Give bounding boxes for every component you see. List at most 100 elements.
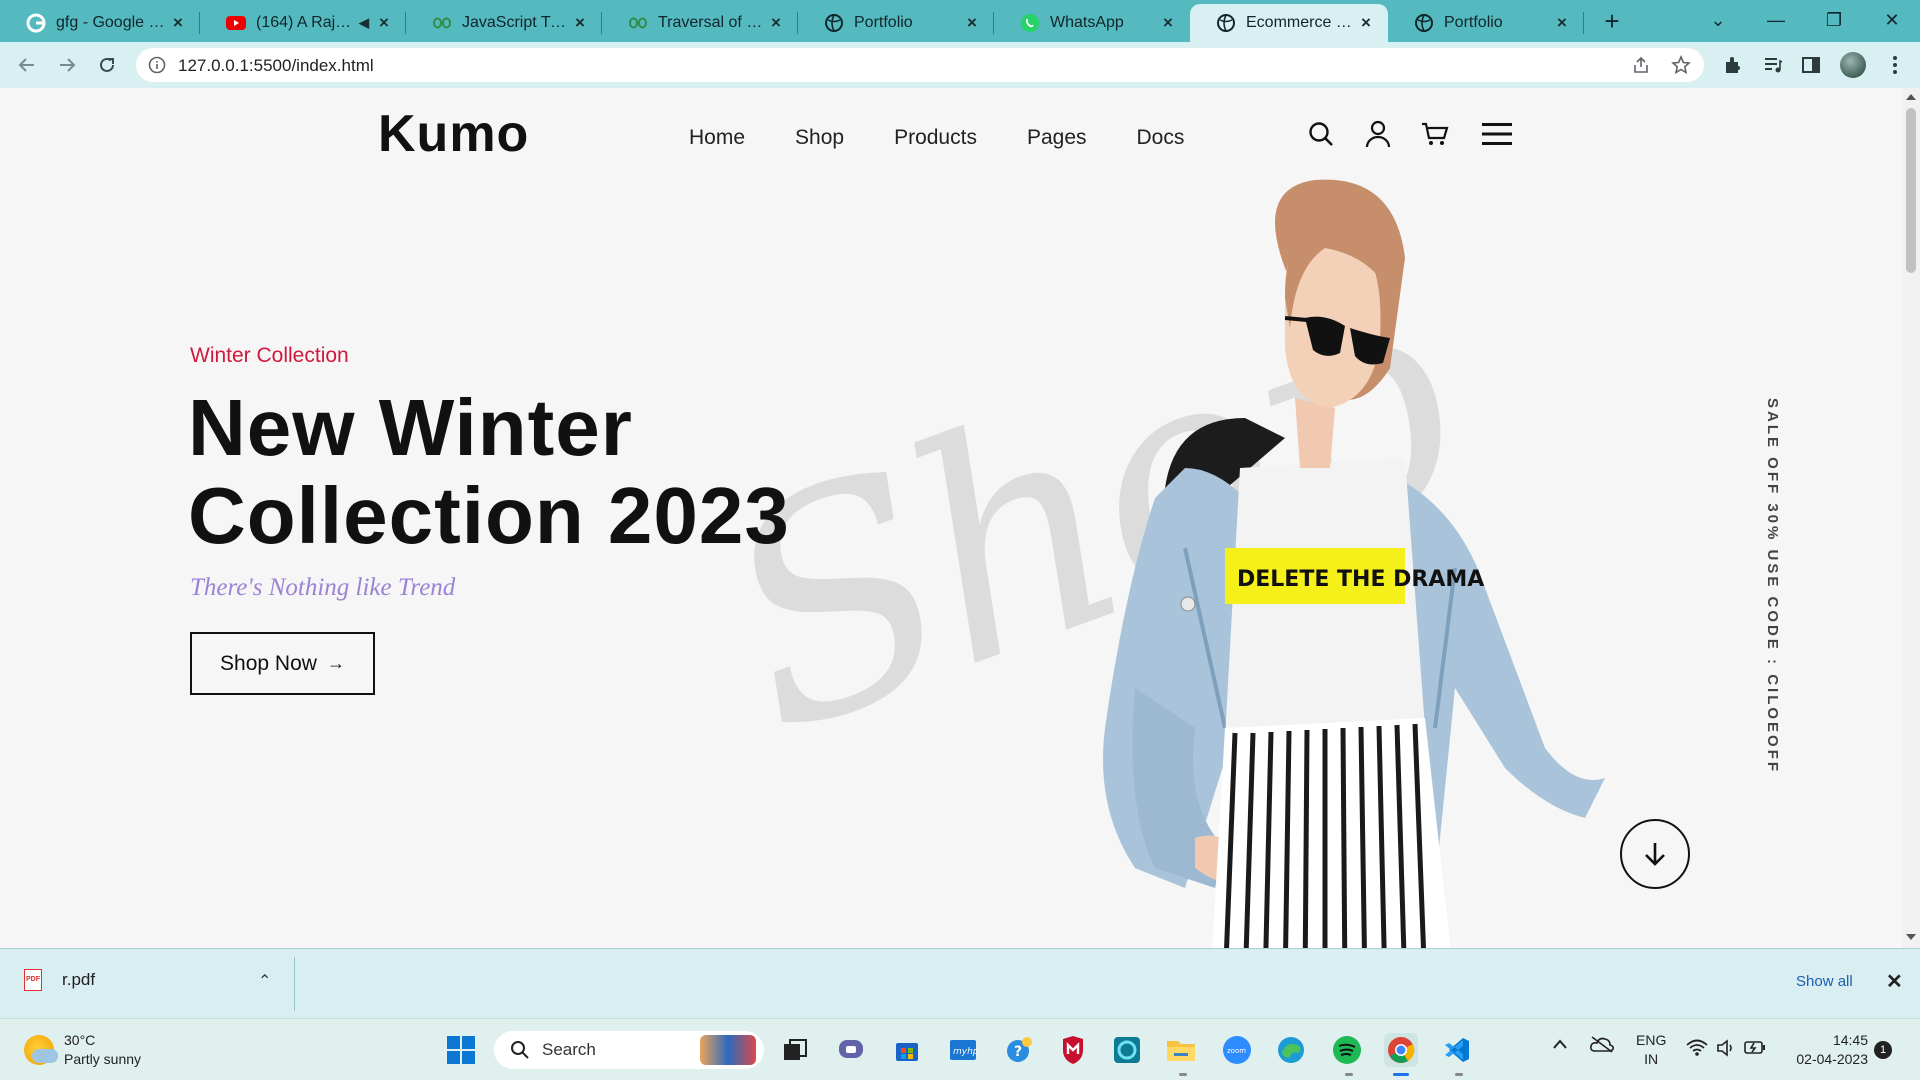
close-icon[interactable]: × (1552, 13, 1572, 33)
hero-model-image: DELETE THE DRAMA (1103, 179, 1605, 948)
more-menu-icon[interactable] (1882, 52, 1908, 78)
share-icon[interactable] (1630, 54, 1652, 76)
side-panel-icon[interactable] (1798, 52, 1824, 78)
cart-icon[interactable] (1419, 118, 1451, 150)
tab-traversal-circular[interactable]: Traversal of Circular × (602, 4, 798, 42)
nav-home[interactable]: Home (689, 126, 745, 150)
notification-badge[interactable]: 1 (1874, 1041, 1892, 1059)
tab-title: gfg - Google Search (56, 14, 168, 31)
clock-time: 14:45 (1832, 1032, 1868, 1048)
hamburger-menu-icon[interactable] (1481, 118, 1513, 150)
myhp-icon[interactable]: myhp (946, 1033, 980, 1067)
user-icon[interactable] (1362, 118, 1394, 150)
weather-desc: Partly sunny (64, 1051, 142, 1067)
scroll-down-button[interactable] (1620, 819, 1690, 889)
page-scrollbar[interactable] (1902, 88, 1920, 948)
spotify-icon[interactable] (1330, 1033, 1364, 1067)
minimize-button[interactable]: — (1748, 0, 1804, 40)
nav-pages[interactable]: Pages (1027, 126, 1087, 150)
weather-widget[interactable]: 30°C Partly sunny (24, 1031, 141, 1069)
reload-button[interactable] (92, 50, 122, 80)
taskbar-clock[interactable]: 14:45 02-04-2023 (1784, 1031, 1868, 1069)
nav-docs[interactable]: Docs (1137, 126, 1185, 150)
get-help-icon[interactable]: ? (1002, 1033, 1036, 1067)
shop-now-button[interactable]: Shop Now → (190, 632, 375, 695)
speaker-muted-icon[interactable]: ◀ (354, 13, 374, 33)
hero-headline: New Winter Collection 2023 (188, 384, 790, 560)
partly-sunny-icon (24, 1035, 58, 1065)
task-view-icon[interactable] (778, 1033, 812, 1067)
logo-text: Kumo (378, 105, 530, 163)
show-all-link[interactable]: Show all (1796, 973, 1853, 990)
close-icon[interactable]: × (766, 13, 786, 33)
address-bar[interactable]: 127.0.0.1:5500/index.html (136, 48, 1704, 82)
microsoft-store-icon[interactable] (890, 1033, 924, 1067)
close-icon[interactable]: × (1356, 13, 1376, 33)
language-indicator[interactable]: ENG IN (1636, 1031, 1666, 1069)
vscode-icon[interactable] (1440, 1033, 1474, 1067)
tab-portfolio[interactable]: Portfolio × (798, 4, 994, 42)
site-logo[interactable]: Kumo (378, 104, 529, 164)
scroll-up-arrow-icon[interactable] (1906, 94, 1916, 100)
taskbar-search-placeholder: Search (542, 1040, 596, 1059)
nav-shop[interactable]: Shop (795, 126, 844, 150)
close-download-bar-icon[interactable]: ✕ (1886, 969, 1903, 994)
close-icon[interactable]: × (374, 13, 394, 33)
shop-now-label: Shop Now (220, 651, 317, 675)
alexa-icon[interactable] (1110, 1033, 1144, 1067)
tab-title: (164) A Raja Jaani (256, 14, 354, 31)
chevron-up-icon[interactable]: ⌃ (258, 971, 271, 991)
nav-products[interactable]: Products (894, 126, 977, 150)
running-indicator (1455, 1073, 1463, 1076)
scrollbar-thumb[interactable] (1906, 108, 1916, 273)
bookmark-star-icon[interactable] (1670, 54, 1692, 76)
close-icon[interactable]: × (168, 13, 188, 33)
tab-javascript-tutorial[interactable]: JavaScript Tutorial × (406, 4, 602, 42)
taskbar-search-box[interactable]: Search (494, 1031, 764, 1069)
forward-button[interactable] (52, 50, 82, 80)
back-button[interactable] (12, 50, 42, 80)
tab-portfolio-2[interactable]: Portfolio × (1388, 4, 1584, 42)
new-tab-button[interactable]: + (1598, 8, 1626, 36)
windows-start-icon[interactable] (444, 1033, 478, 1067)
restore-button[interactable]: ❐ (1806, 0, 1862, 40)
scroll-down-arrow-icon[interactable] (1906, 934, 1916, 940)
mcafee-icon[interactable] (1056, 1033, 1090, 1067)
download-item[interactable]: r.pdf (24, 969, 95, 991)
volume-icon[interactable] (1716, 1039, 1736, 1060)
tab-youtube[interactable]: (164) A Raja Jaani ◀ × (200, 4, 406, 42)
window-close-button[interactable]: ✕ (1864, 0, 1920, 40)
search-highlight-image (700, 1035, 756, 1065)
chrome-icon[interactable] (1384, 1033, 1418, 1067)
onedrive-icon[interactable] (1590, 1035, 1614, 1056)
svg-text:?: ? (1014, 1044, 1022, 1060)
edge-icon[interactable] (1274, 1033, 1308, 1067)
battery-charging-icon[interactable] (1744, 1039, 1766, 1058)
download-filename: r.pdf (62, 970, 96, 989)
svg-text:zoom: zoom (1227, 1047, 1246, 1055)
zoom-icon[interactable]: zoom (1220, 1033, 1254, 1067)
tab-ecommerce-website[interactable]: Ecommerce Website × (1190, 4, 1388, 42)
close-icon[interactable]: × (962, 13, 982, 33)
file-explorer-icon[interactable] (1164, 1033, 1198, 1067)
extensions-icon[interactable] (1720, 52, 1746, 78)
info-icon[interactable] (148, 56, 166, 74)
profile-avatar[interactable] (1840, 52, 1866, 78)
headline-line-1: New Winter (188, 383, 633, 472)
close-icon[interactable]: × (570, 13, 590, 33)
weather-temp: 30°C (64, 1032, 96, 1048)
search-icon[interactable] (1305, 118, 1337, 150)
tab-search-chevron-icon[interactable]: ⌄ (1690, 0, 1746, 40)
tab-whatsapp[interactable]: WhatsApp × (994, 4, 1190, 42)
close-icon[interactable]: × (1158, 13, 1178, 33)
tab-separator (1583, 12, 1584, 34)
tab-google-search[interactable]: gfg - Google Search × (0, 4, 200, 42)
teams-chat-icon[interactable] (834, 1033, 868, 1067)
running-indicator (1179, 1073, 1187, 1076)
pdf-file-icon (24, 969, 42, 991)
show-hidden-icons-chevron[interactable] (1552, 1037, 1568, 1053)
tab-title: WhatsApp (1050, 14, 1124, 31)
whatsapp-icon (1020, 13, 1040, 33)
media-queue-icon[interactable] (1760, 52, 1786, 78)
wifi-icon[interactable] (1686, 1039, 1708, 1060)
